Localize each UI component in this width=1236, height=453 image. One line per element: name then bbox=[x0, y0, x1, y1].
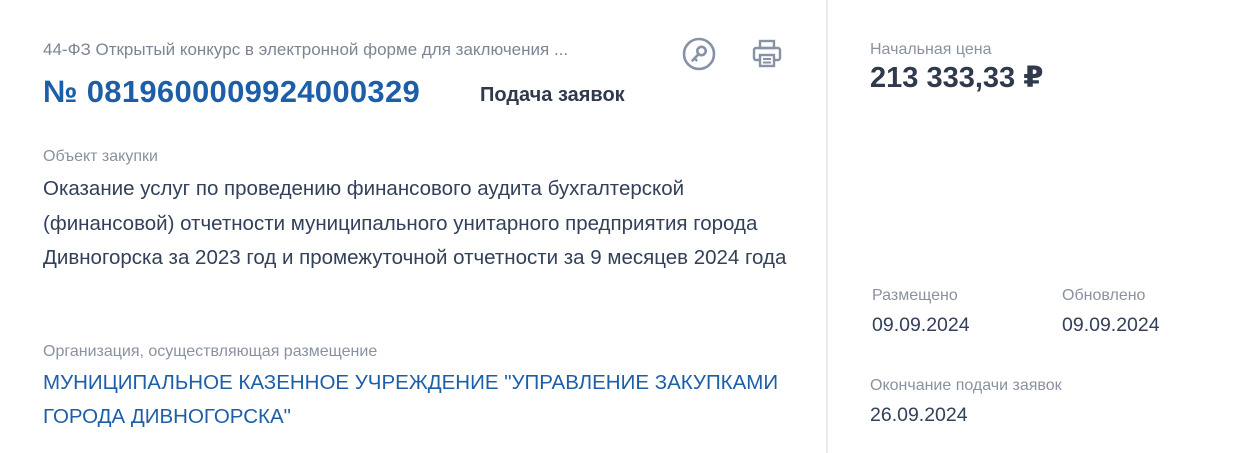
price-label: Начальная цена bbox=[870, 41, 992, 58]
posted-value: 09.09.2024 bbox=[872, 314, 970, 336]
object-text: Оказание услуг по проведению финансового… bbox=[43, 177, 787, 269]
divider bbox=[826, 0, 828, 453]
updated-label: Обновлено bbox=[1062, 287, 1146, 304]
deadline-label: Окончание подачи заявок bbox=[870, 377, 1062, 394]
stage-badge: Подача заявок bbox=[480, 84, 625, 106]
print-icon[interactable] bbox=[749, 36, 785, 72]
key-icon[interactable] bbox=[681, 36, 717, 72]
procedure-type: 44-ФЗ Открытый конкурс в электронной фор… bbox=[43, 40, 569, 59]
number-row: № 0819600009924000329 Подача заявок bbox=[43, 74, 625, 110]
purchase-number-link[interactable]: № 0819600009924000329 bbox=[43, 74, 420, 109]
updated-value: 09.09.2024 bbox=[1062, 314, 1160, 336]
price-value: 213 333,33 ₽ bbox=[870, 62, 1044, 94]
deadline-value: 26.09.2024 bbox=[870, 404, 968, 426]
object-label: Объект закупки bbox=[43, 148, 158, 165]
posted-label: Размещено bbox=[872, 287, 958, 304]
organization-link[interactable]: МУНИЦИПАЛЬНОЕ КАЗЕННОЕ УЧРЕЖДЕНИЕ "УПРАВ… bbox=[43, 366, 803, 434]
org-label: Организация, осуществляющая размещение bbox=[43, 343, 378, 360]
purchase-card: 44-ФЗ Открытый конкурс в электронной фор… bbox=[0, 0, 1236, 453]
